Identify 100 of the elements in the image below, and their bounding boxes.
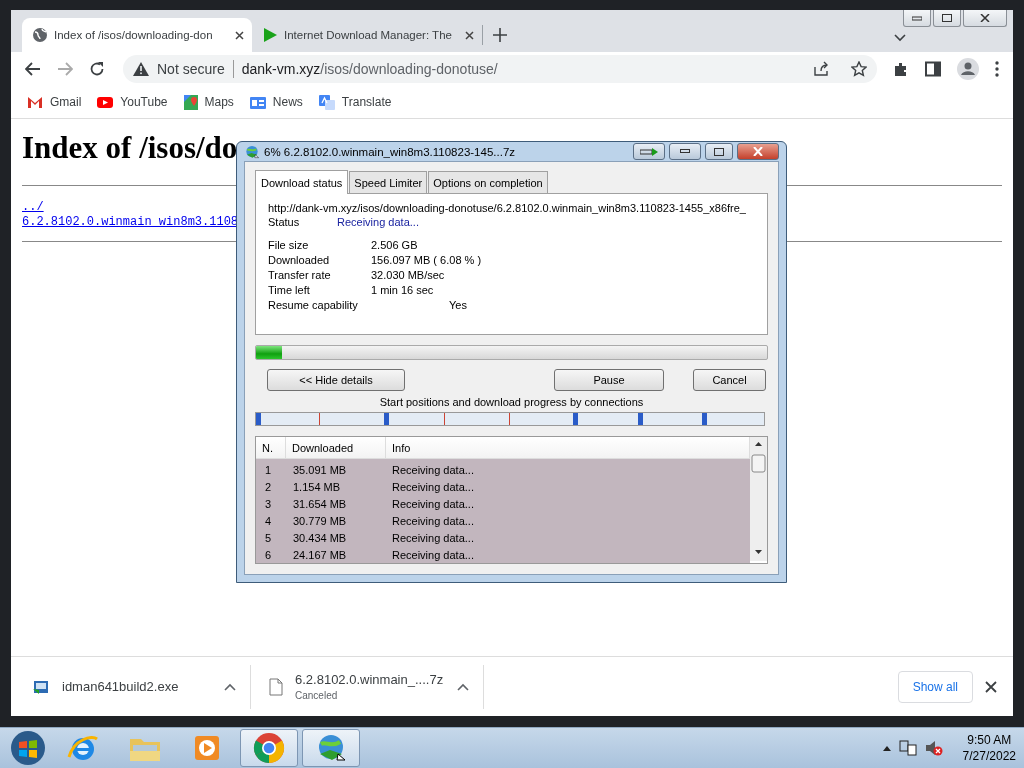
file-name: 6.2.8102.0.winmain_....7z bbox=[295, 672, 445, 687]
play-icon bbox=[97, 96, 114, 108]
bookmark[interactable]: YouTube bbox=[97, 95, 168, 109]
url-text: dank-vm.xyz/isos/downloading-donotuse/ bbox=[241, 61, 498, 77]
table-cell-text: 1 bbox=[264, 463, 273, 476]
sidebar-icon[interactable] bbox=[925, 61, 941, 77]
back-icon[interactable] bbox=[25, 62, 41, 76]
download-item[interactable]: idman641build2.exe bbox=[11, 664, 251, 709]
puzzle-icon[interactable] bbox=[893, 61, 909, 77]
scrollbar[interactable] bbox=[750, 437, 767, 561]
maximize-icon bbox=[942, 14, 952, 22]
play-triangle-icon bbox=[262, 27, 278, 43]
browser-tab[interactable]: Internet Download Manager: The bbox=[252, 18, 482, 52]
clock-date[interactable]: 7/27/2022 bbox=[962, 749, 1016, 763]
download-item[interactable]: 6.2.8102.0.winmain_....7z Canceled bbox=[251, 664, 484, 709]
table-cell-text: 31.654 MB bbox=[292, 497, 348, 510]
browser-tab[interactable]: Index of /isos/downloading-don bbox=[22, 18, 252, 52]
table-cell-text: Receiving data... bbox=[391, 480, 475, 493]
close-icon bbox=[753, 147, 763, 156]
bookmark[interactable]: News bbox=[249, 94, 303, 110]
table-cell-text: Receiving data... bbox=[391, 514, 475, 527]
close-icon bbox=[980, 14, 990, 22]
field-label: Downloaded bbox=[268, 254, 331, 266]
table-cell-text: Receiving data... bbox=[391, 463, 475, 476]
close-icon[interactable] bbox=[985, 680, 997, 693]
file-icon bbox=[269, 677, 283, 696]
bookmark[interactable]: Gmail bbox=[27, 95, 82, 109]
send-to-tray-button[interactable] bbox=[633, 143, 665, 160]
minimize-icon bbox=[680, 149, 690, 154]
taskbar-button[interactable] bbox=[240, 729, 298, 767]
dialog-title: 6% 6.2.8102.0.winmain_win8m3.110823-145...7z bbox=[264, 145, 517, 158]
bookmark[interactable]: Maps bbox=[183, 94, 234, 110]
table-cell-text: Receiving data... bbox=[391, 497, 475, 510]
mail-icon bbox=[27, 96, 43, 108]
dialog-button[interactable]: << Hide details bbox=[267, 369, 405, 391]
table-cell-text: Receiving data... bbox=[391, 548, 475, 561]
globe-icon bbox=[32, 27, 48, 43]
table-cell-text: 3 bbox=[264, 497, 273, 510]
close-icon[interactable] bbox=[465, 30, 474, 40]
maximize-icon bbox=[714, 147, 724, 156]
dialog-button[interactable]: Pause bbox=[554, 369, 664, 391]
maximize-button[interactable] bbox=[705, 143, 733, 160]
share-icon[interactable] bbox=[813, 61, 829, 77]
profile-icon[interactable] bbox=[957, 58, 979, 80]
dialog-tab[interactable]: Download status bbox=[255, 170, 349, 194]
table-cell-text: 30.434 MB bbox=[292, 531, 348, 544]
close-button[interactable] bbox=[963, 10, 1007, 27]
download-url: http://dank-vm.xyz/isos/downloading-donotuse/6.2.8102.0.winmain_win8m3.110823-1455_x86fre_ bbox=[268, 202, 746, 214]
file-link[interactable]: 6.2.8102.0.winmain_win8m3.1108 bbox=[22, 215, 239, 229]
field-value: 32.030 MB/sec bbox=[371, 269, 445, 281]
file-link[interactable]: ../ bbox=[22, 200, 44, 214]
chevron-up-icon[interactable] bbox=[224, 682, 236, 691]
field-label: File size bbox=[268, 239, 310, 251]
minimize-button[interactable] bbox=[669, 143, 701, 160]
column-header[interactable]: Downloaded bbox=[286, 437, 386, 458]
field-label: Resume capability bbox=[268, 299, 359, 311]
field-label: Transfer rate bbox=[268, 269, 332, 281]
taskbar-button[interactable] bbox=[302, 729, 360, 767]
plus-icon[interactable] bbox=[493, 28, 507, 42]
clock-time[interactable]: 9:50 AM bbox=[967, 733, 1012, 747]
field-value: Yes bbox=[449, 299, 467, 311]
dialog-tab[interactable]: Options on completion bbox=[428, 171, 548, 193]
table-cell-text: 4 bbox=[264, 514, 273, 527]
chevron-up-icon[interactable] bbox=[457, 682, 469, 691]
field-label: Status bbox=[268, 216, 301, 228]
field-label: Time left bbox=[268, 284, 311, 296]
table-cell-text: 35.091 MB bbox=[292, 463, 348, 476]
dialog-button[interactable]: Cancel bbox=[693, 369, 766, 391]
security-label: Not secure bbox=[157, 61, 225, 77]
show-all-button[interactable]: Show all bbox=[897, 670, 973, 703]
column-header[interactable]: N. bbox=[256, 437, 286, 458]
reload-icon[interactable] bbox=[89, 61, 105, 77]
table-cell-text: 30.779 MB bbox=[292, 514, 348, 527]
minimize-icon bbox=[912, 15, 922, 21]
muted-speaker-icon[interactable] bbox=[924, 740, 943, 756]
network-icon[interactable] bbox=[898, 740, 917, 756]
dialog-tab[interactable]: Speed Limiter bbox=[349, 171, 428, 193]
connections-caption: Start positions and download progress by connections bbox=[379, 396, 644, 408]
translate-icon bbox=[318, 94, 335, 110]
download-status: Canceled bbox=[295, 690, 339, 701]
news-icon bbox=[249, 94, 266, 110]
bookmark[interactable]: Translate bbox=[318, 94, 392, 110]
table-cell-text: Receiving data... bbox=[391, 531, 475, 544]
field-value: 1 min 16 sec bbox=[371, 284, 434, 296]
status-value: Receiving data... bbox=[337, 216, 419, 228]
warning-icon bbox=[133, 62, 149, 76]
table-cell-text: 2 bbox=[264, 480, 273, 493]
table-cell-text: 6 bbox=[264, 548, 273, 561]
globe-icon bbox=[244, 143, 260, 160]
address-bar[interactable]: Not secure dank-vm.xyz/isos/downloading-donotuse/ bbox=[123, 55, 877, 83]
maximize-button[interactable] bbox=[933, 10, 961, 27]
menu-icon[interactable] bbox=[995, 61, 999, 77]
windows-logo-icon bbox=[10, 730, 46, 766]
chevron-down-icon[interactable] bbox=[894, 34, 906, 42]
close-icon[interactable] bbox=[235, 30, 244, 40]
arrow-right-icon bbox=[640, 147, 658, 156]
table-cell-text: 5 bbox=[264, 531, 273, 544]
close-button[interactable] bbox=[737, 143, 779, 160]
chevron-up-icon[interactable] bbox=[882, 745, 891, 751]
star-icon[interactable] bbox=[851, 61, 867, 77]
